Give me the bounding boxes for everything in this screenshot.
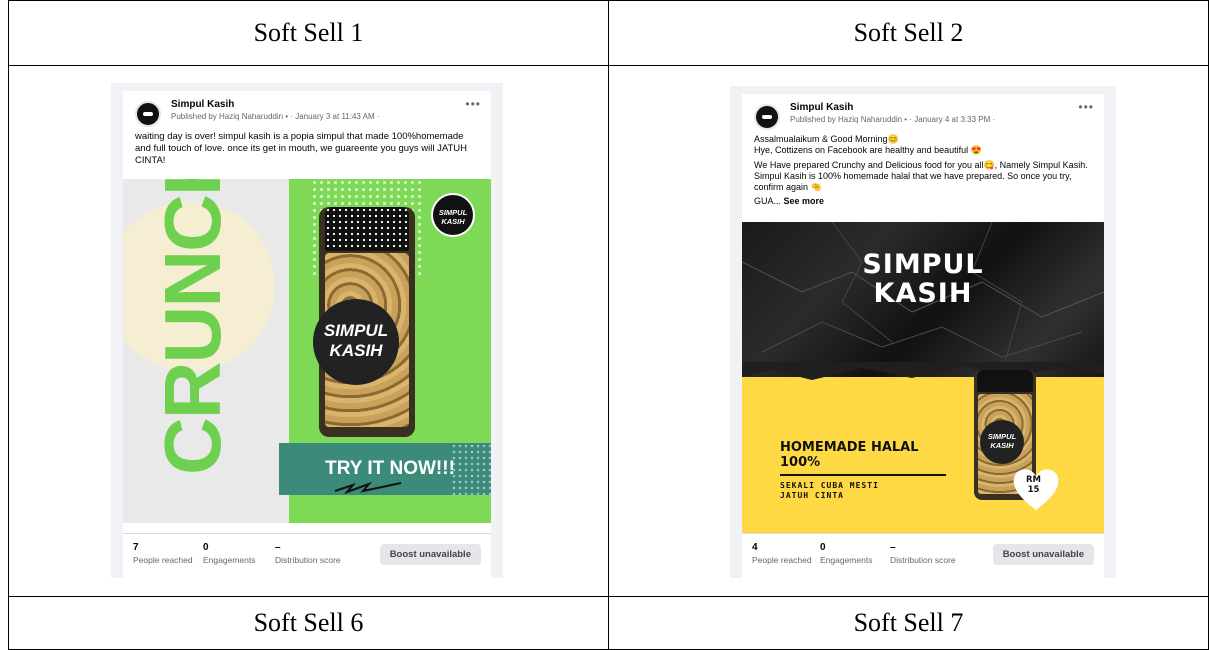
post-header: Simpul Kasih Published by Haziq Naharudd… xyxy=(123,91,491,129)
post-header: Simpul Kasih Published by Haziq Naharudd… xyxy=(742,94,1104,132)
footer-cell-1: Soft Sell 6 xyxy=(8,596,609,650)
distribution-score-stat: – Distribution score xyxy=(890,542,956,565)
more-options-icon[interactable]: ••• xyxy=(1078,100,1094,114)
facebook-post-2: Simpul Kasih Published by Haziq Naharudd… xyxy=(730,86,1116,578)
page-name[interactable]: Simpul Kasih xyxy=(790,102,853,113)
post-cell-1: Simpul Kasih Published by Haziq Naharudd… xyxy=(8,65,609,597)
footer-cell-2: Soft Sell 7 xyxy=(608,596,1209,650)
post-text-line: GUA... See more xyxy=(754,196,825,206)
post-text-line: Assalmualaikum & Good Morning😊 xyxy=(754,134,899,144)
brand-logo: SIMPUL KASIH xyxy=(431,193,475,237)
header-cell-2: Soft Sell 2 xyxy=(608,0,1209,66)
marble-background: SIMPUL KASIH xyxy=(742,222,1104,377)
post-card: Simpul Kasih Published by Haziq Naharudd… xyxy=(123,91,491,578)
boost-button[interactable]: Boost unavailable xyxy=(379,544,481,565)
post-text-line: Hye, Cottizens on Facebook are healthy a… xyxy=(754,145,982,155)
more-options-icon[interactable]: ••• xyxy=(465,97,481,111)
post-stats: 7 People reached 0 Engagements – Distributi… xyxy=(123,533,491,578)
distribution-score-stat: – Distribution score xyxy=(275,542,341,565)
post-text-line: We Have prepared Crunchy and Delicious f… xyxy=(754,160,1088,192)
price-tag: RM 15 xyxy=(1026,475,1042,495)
post-image[interactable]: CRUNCH SIMPUL KASIH SIMPUL KASIH TRY IT … xyxy=(123,179,491,523)
page-name[interactable]: Simpul Kasih xyxy=(171,99,234,110)
jar-label: SIMPUL KASIH xyxy=(980,420,1024,464)
jar-label: SIMPUL KASIH xyxy=(313,299,399,385)
post-text: waiting day is over! simpul kasih is a p… xyxy=(135,131,467,166)
divider xyxy=(780,474,946,476)
post-meta: Published by Haziq Naharuddin • · Januar… xyxy=(790,115,996,124)
brand-title: SIMPUL KASIH xyxy=(862,249,984,309)
boost-button[interactable]: Boost unavailable xyxy=(992,544,1094,565)
post-card: Simpul Kasih Published by Haziq Naharudd… xyxy=(742,94,1104,578)
people-reached-stat: 7 People reached xyxy=(133,542,193,565)
engagements-stat: 0 Engagements xyxy=(820,542,873,565)
post-meta: Published by Haziq Naharuddin • · Januar… xyxy=(171,112,380,121)
scribble-icon xyxy=(334,481,402,495)
homemade-halal-text: HOMEMADE HALAL 100% xyxy=(780,440,919,470)
comparison-table: Soft Sell 1 Soft Sell 2 Simpul Kasih Pub… xyxy=(8,0,1209,650)
facebook-post-1: Simpul Kasih Published by Haziq Naharudd… xyxy=(111,83,503,578)
crunch-headline: CRUNCH xyxy=(148,179,237,475)
tagline-text: SEKALI CUBA MESTI JATUH CINTA xyxy=(780,481,879,500)
post-stats: 4 People reached 0 Engagements – Distributi… xyxy=(742,533,1104,578)
torn-edge xyxy=(742,362,1104,380)
post-text: Assalmualaikum & Good Morning😊 Hye, Cott… xyxy=(742,132,1104,207)
avatar[interactable] xyxy=(135,101,161,127)
header-cell-1: Soft Sell 1 xyxy=(8,0,609,66)
see-more-link[interactable]: See more xyxy=(784,196,825,206)
engagements-stat: 0 Engagements xyxy=(203,542,256,565)
avatar[interactable] xyxy=(754,104,780,130)
post-image[interactable]: SIMPUL KASIH HOMEMADE HALAL 100% SEKALI … xyxy=(742,222,1104,538)
post-cell-2: Simpul Kasih Published by Haziq Naharudd… xyxy=(608,65,1209,597)
people-reached-stat: 4 People reached xyxy=(752,542,812,565)
